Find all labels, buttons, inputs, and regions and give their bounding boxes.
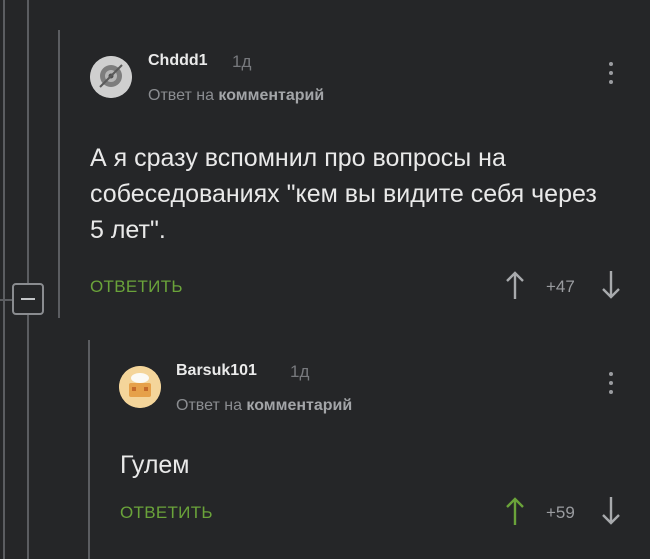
thread-line-level1-lower [27,315,29,559]
thread-line-level3 [88,340,90,559]
reply-target-link[interactable]: комментарий [246,397,352,414]
reply-button[interactable]: ОТВЕТИТЬ [120,503,213,523]
username[interactable]: Barsuk101 [176,362,257,380]
downvote-arrow-icon[interactable] [601,496,621,526]
thread-line-level2 [58,30,60,318]
reply-to[interactable]: Ответ на комментарий [148,87,324,105]
comment-age: 1д [290,362,310,381]
comment-text: А я сразу вспомнил про вопросы на собесе… [90,144,597,244]
reply-to[interactable]: Ответ на комментарий [176,397,352,415]
upvote-arrow-icon[interactable] [505,496,525,526]
avatar[interactable] [119,366,161,408]
reply-prefix: Ответ на [176,397,242,414]
thread-line-outer [3,0,5,559]
username[interactable]: Chddd1 [148,52,208,70]
avatar[interactable] [90,56,132,98]
comment-text: Гулем [120,451,190,479]
reply-button[interactable]: ОТВЕТИТЬ [90,277,183,297]
collapse-thread-icon[interactable] [12,283,44,315]
downvote-arrow-icon[interactable] [601,270,621,300]
upvote-arrow-icon[interactable] [505,270,525,300]
thread-connector [0,299,12,301]
thread-line-level1 [27,0,29,283]
more-vertical-icon[interactable] [606,372,616,398]
score: +59 [546,503,575,522]
more-vertical-icon[interactable] [606,62,616,88]
reply-prefix: Ответ на [148,87,214,104]
score: +47 [546,277,575,296]
reply-target-link[interactable]: комментарий [218,87,324,104]
comment-age: 1д [232,52,252,71]
